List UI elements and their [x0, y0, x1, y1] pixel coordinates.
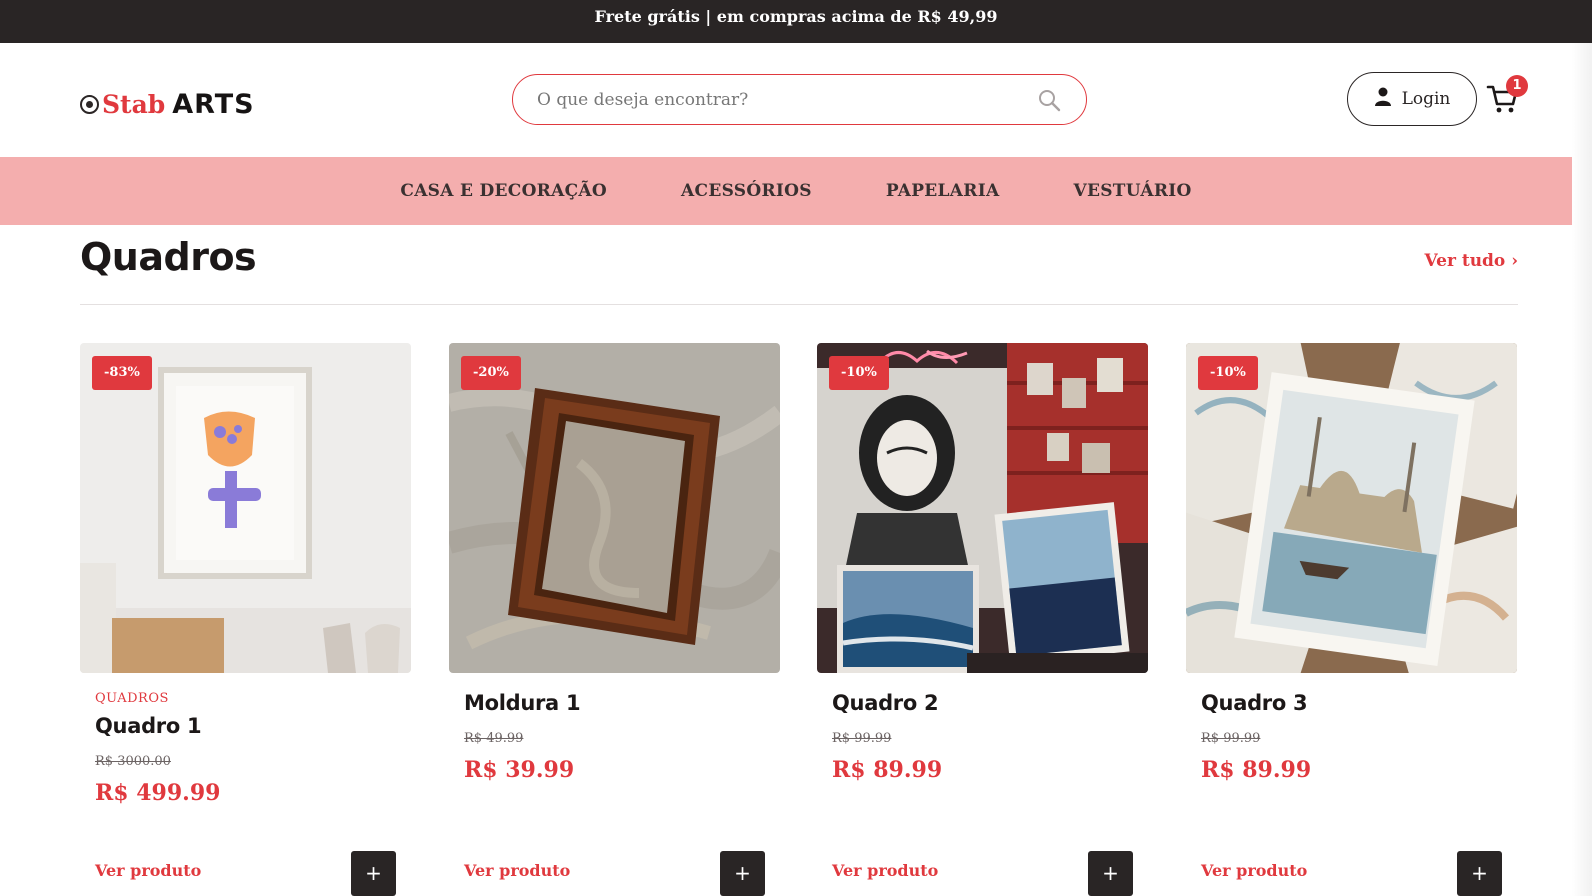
product-actions: Ver produto + [464, 851, 765, 896]
search-bar [512, 74, 1087, 125]
product-old-price: R$ 3000.00 [95, 754, 171, 769]
product-image[interactable]: -10% [817, 343, 1148, 673]
discount-badge: -20% [461, 356, 521, 390]
nav-item-casa-decoracao[interactable]: CASA E DECORAÇÃO [363, 181, 644, 201]
product-image[interactable]: -20% [449, 343, 780, 673]
logo-text-stab: Stab [102, 90, 166, 119]
product-actions: Ver produto + [95, 851, 396, 896]
logo-icon [80, 95, 99, 114]
section-title: Quadros [80, 235, 257, 279]
search-icon[interactable] [1036, 87, 1062, 113]
logo[interactable]: Stab ARTS [80, 89, 255, 120]
nav-item-acessorios[interactable]: ACESSÓRIOS [644, 181, 849, 201]
wooden-frame-icon [449, 343, 780, 673]
cart-icon [1486, 85, 1520, 119]
product-image[interactable]: -83% [80, 343, 411, 673]
user-icon [1374, 87, 1392, 112]
search-input[interactable] [537, 89, 1036, 110]
add-to-cart-button[interactable]: + [351, 851, 396, 896]
cart-button[interactable]: 1 [1486, 75, 1528, 119]
product-old-price: R$ 99.99 [1201, 731, 1261, 746]
product-price: R$ 89.99 [1201, 757, 1312, 783]
discount-badge: -10% [1198, 356, 1258, 390]
product-card[interactable]: -20% Moldura 1 R$ 49.99 R$ 39.99 Ver pro… [449, 343, 780, 896]
product-name[interactable]: Moldura 1 [464, 691, 765, 715]
product-name[interactable]: Quadro 3 [1201, 691, 1502, 715]
product-price: R$ 39.99 [464, 757, 575, 783]
discount-badge: -10% [829, 356, 889, 390]
nav-item-papelaria[interactable]: PAPELARIA [849, 181, 1037, 201]
product-price: R$ 499.99 [95, 780, 221, 806]
discount-badge: -83% [92, 356, 152, 390]
product-name[interactable]: Quadro 2 [832, 691, 1133, 715]
view-product-link[interactable]: Ver produto [95, 861, 201, 880]
product-category[interactable]: QUADROS [95, 691, 396, 706]
product-name[interactable]: Quadro 1 [95, 714, 396, 738]
promo-bar: Frete grátis | em compras acima de R$ 49… [0, 0, 1592, 43]
promo-text: Frete grátis | em compras acima de R$ 49… [594, 7, 998, 26]
product-image[interactable]: -10% [1186, 343, 1517, 673]
art-studio-wall-icon [817, 343, 1148, 673]
product-card[interactable]: -10% Quadro 3 R$ 99.99 R$ 89.99 Ver prod… [1186, 343, 1517, 896]
product-card[interactable]: -83% QUADROS Quadro 1 R$ 3000.00 R$ 499.… [80, 343, 411, 896]
product-info: QUADROS Quadro 1 R$ 3000.00 R$ 499.99 [95, 691, 396, 806]
section-header: Quadros Ver tudo › [80, 235, 1518, 305]
mosque-watercolor-prints-icon [1186, 343, 1517, 673]
see-all-link[interactable]: Ver tudo › [1425, 251, 1518, 271]
page-scrollbar[interactable] [1572, 43, 1592, 896]
product-actions: Ver produto + [832, 851, 1133, 896]
product-info: Quadro 3 R$ 99.99 R$ 89.99 [1201, 691, 1502, 783]
header: Stab ARTS Login 1 [0, 43, 1592, 157]
cart-count-badge: 1 [1506, 75, 1528, 97]
view-product-link[interactable]: Ver produto [832, 861, 938, 880]
framed-flower-art-icon [80, 343, 411, 673]
add-to-cart-button[interactable]: + [720, 851, 765, 896]
login-button[interactable]: Login [1347, 72, 1477, 126]
view-product-link[interactable]: Ver produto [464, 861, 570, 880]
logo-text-arts: ARTS [172, 89, 255, 120]
login-label: Login [1401, 89, 1451, 109]
category-nav: CASA E DECORAÇÃO ACESSÓRIOS PAPELARIA VE… [0, 157, 1592, 225]
add-to-cart-button[interactable]: + [1088, 851, 1133, 896]
add-to-cart-button[interactable]: + [1457, 851, 1502, 896]
product-info: Quadro 2 R$ 99.99 R$ 89.99 [832, 691, 1133, 783]
view-product-link[interactable]: Ver produto [1201, 861, 1307, 880]
product-info: Moldura 1 R$ 49.99 R$ 39.99 [464, 691, 765, 783]
product-old-price: R$ 99.99 [832, 731, 892, 746]
product-old-price: R$ 49.99 [464, 731, 524, 746]
product-card[interactable]: -10% Quadro 2 R$ 99.99 R$ 89.99 Ver prod… [817, 343, 1148, 896]
product-price: R$ 89.99 [832, 757, 943, 783]
product-actions: Ver produto + [1201, 851, 1502, 896]
nav-item-vestuario[interactable]: VESTUÁRIO [1036, 181, 1228, 201]
